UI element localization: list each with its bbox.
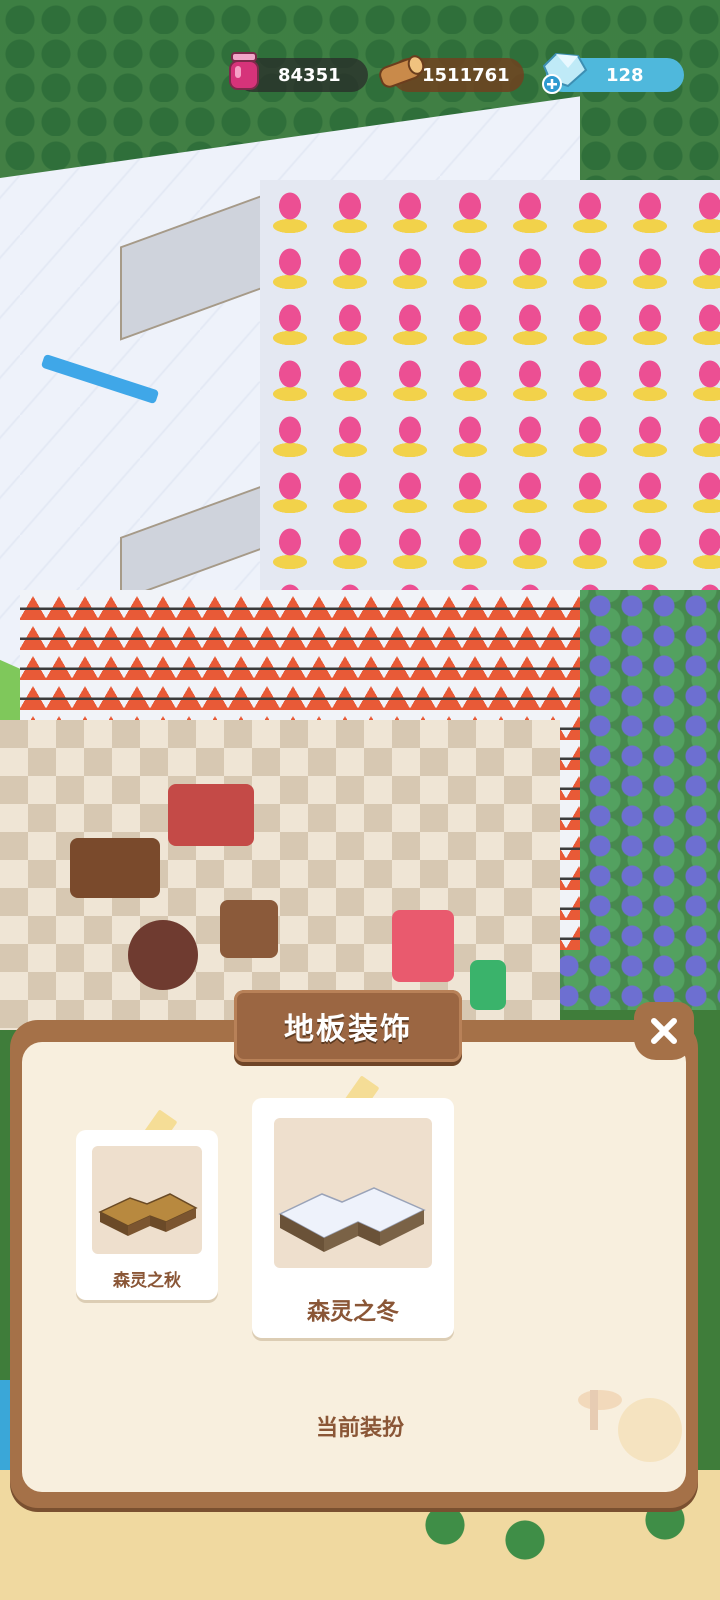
palm-tree	[420, 1505, 470, 1545]
jam-jar-icon	[229, 52, 259, 90]
table-furniture[interactable]	[220, 900, 278, 958]
floor-thumbnail	[274, 1118, 432, 1268]
floor-option-winter[interactable]: 森灵之冬	[252, 1098, 454, 1338]
close-button[interactable]	[634, 1002, 694, 1060]
gem-add-icon[interactable]	[538, 48, 590, 94]
wood-count: 1511761	[422, 64, 510, 86]
green-kiosk[interactable]	[470, 960, 506, 1010]
sweet-stall-building[interactable]	[70, 838, 160, 898]
floor-option-label: 森灵之冬	[307, 1299, 399, 1325]
close-icon[interactable]	[647, 1014, 681, 1048]
wood-log-icon	[379, 55, 425, 88]
floor-thumbnail	[92, 1146, 202, 1254]
gem-count: 128	[606, 64, 644, 86]
floor-option-label: 森灵之秋	[113, 1271, 181, 1291]
jam-count: 84351	[278, 64, 341, 86]
pink-cake-buildings[interactable]	[260, 180, 720, 610]
panel-title: 地板装饰	[234, 990, 462, 1062]
autumn-floor-tile-icon	[98, 1193, 198, 1236]
floor-option-autumn[interactable]: 森灵之秋	[76, 1130, 218, 1300]
vending-machine[interactable]	[392, 910, 454, 982]
mascot-watermark-icon	[578, 1390, 682, 1462]
palm-tree	[500, 1520, 550, 1560]
dessert-shop-building[interactable]	[168, 784, 254, 846]
chocolate-fountain[interactable]	[128, 920, 198, 990]
winter-floor-tile-icon	[278, 1187, 426, 1252]
